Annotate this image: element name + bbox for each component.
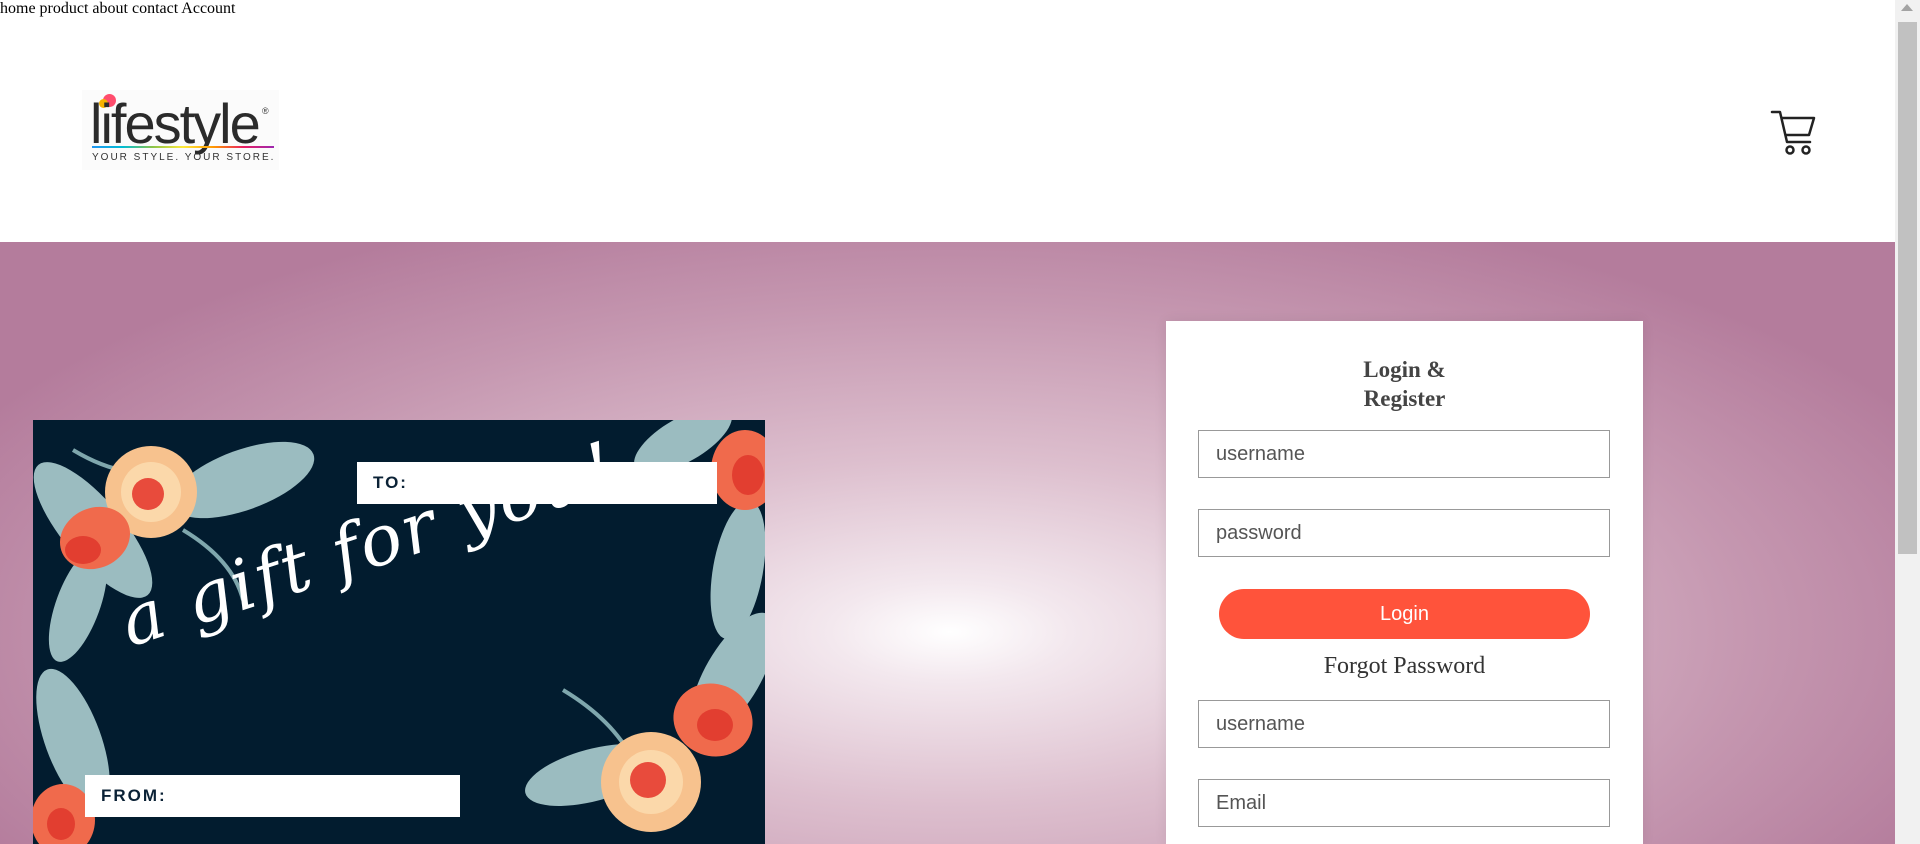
nav-contact[interactable]: contact — [132, 0, 178, 17]
nav-about[interactable]: about — [92, 0, 128, 17]
panel-title-line2: Register — [1363, 386, 1446, 411]
page-scrollbar[interactable] — [1895, 0, 1920, 844]
nav-account[interactable]: Account — [181, 0, 235, 17]
site-header: lifestyle ® YOUR STYLE. YOUR STORE. home… — [0, 0, 1895, 242]
shopping-cart-icon[interactable] — [1770, 108, 1816, 156]
logo-tagline: YOUR STYLE. YOUR STORE. — [92, 152, 276, 163]
brand-logo[interactable]: lifestyle ® YOUR STYLE. YOUR STORE. — [82, 90, 279, 170]
panel-title: Login & Register — [1166, 355, 1643, 413]
forgot-password-link[interactable]: Forgot Password — [1166, 653, 1643, 680]
nav-home[interactable]: home — [0, 0, 36, 17]
login-register-panel: Login & Register username password Login… — [1166, 321, 1643, 844]
login-username-input[interactable]: username — [1198, 430, 1610, 478]
login-password-input[interactable]: password — [1198, 509, 1610, 557]
gift-card-from-label: FROM: — [85, 775, 460, 817]
register-username-input[interactable]: username — [1198, 700, 1610, 748]
logo-rainbow-line — [92, 146, 274, 148]
main-nav: home product about contact Account — [0, 0, 1895, 18]
register-email-input[interactable]: Email — [1198, 779, 1610, 827]
nav-product[interactable]: product — [40, 0, 89, 17]
logo-registered-mark: ® — [262, 106, 269, 116]
panel-title-line1: Login & — [1363, 357, 1446, 382]
scrollbar-thumb[interactable] — [1898, 22, 1917, 554]
scroll-up-arrow-icon[interactable] — [1901, 4, 1913, 11]
login-button[interactable]: Login — [1219, 589, 1590, 639]
